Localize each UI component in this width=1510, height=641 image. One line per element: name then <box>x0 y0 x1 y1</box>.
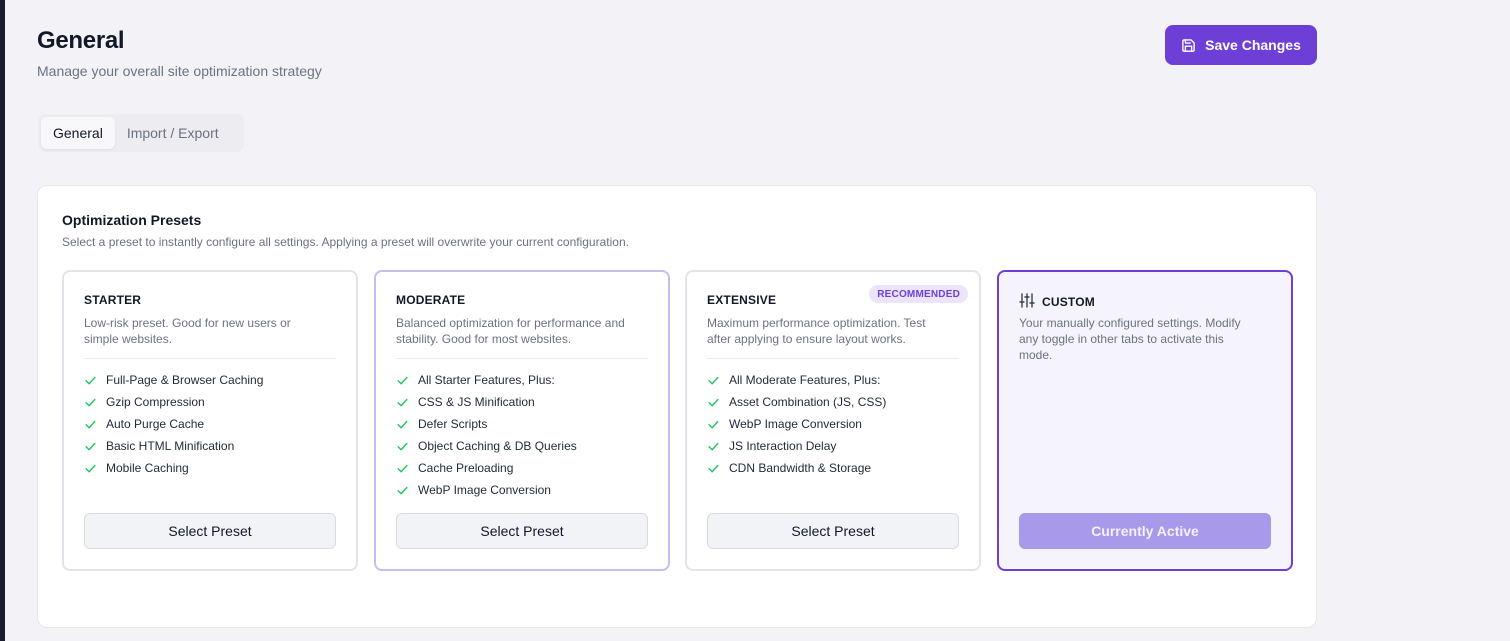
check-icon <box>707 418 720 431</box>
check-icon <box>84 396 97 409</box>
feature-list: All Moderate Features, Plus: Asset Combi… <box>707 369 886 479</box>
feature-item: WebP Image Conversion <box>396 479 577 501</box>
divider <box>707 358 959 359</box>
preset-description: Your manually configured settings. Modif… <box>1019 316 1241 362</box>
check-icon <box>84 374 97 387</box>
preset-name: EXTENSIVE <box>707 293 777 307</box>
feature-item: Auto Purge Cache <box>84 413 263 435</box>
select-preset-button-moderate[interactable]: Select Preset <box>396 513 648 549</box>
feature-item: WebP Image Conversion <box>707 413 886 435</box>
check-icon <box>84 418 97 431</box>
preset-description: Maximum performance optimization. Test a… <box>707 316 926 346</box>
window-edge <box>0 0 5 641</box>
divider <box>84 358 336 359</box>
check-icon <box>707 440 720 453</box>
feature-list: Full-Page & Browser Caching Gzip Compres… <box>84 369 263 479</box>
sliders-icon <box>1019 293 1035 311</box>
feature-item: Full-Page & Browser Caching <box>84 369 263 391</box>
select-preset-button-starter[interactable]: Select Preset <box>84 513 336 549</box>
feature-item: Defer Scripts <box>396 413 577 435</box>
check-icon <box>396 396 409 409</box>
section-description: Select a preset to instantly configure a… <box>62 235 629 249</box>
page-subtitle: Manage your overall site optimization st… <box>37 63 322 79</box>
check-icon <box>396 462 409 475</box>
check-icon <box>707 396 720 409</box>
preset-description: Balanced optimization for performance an… <box>396 316 625 346</box>
feature-item: CDN Bandwidth & Storage <box>707 457 886 479</box>
feature-item: All Starter Features, Plus: <box>396 369 577 391</box>
check-icon <box>707 462 720 475</box>
save-changes-label: Save Changes <box>1205 37 1301 53</box>
preset-name: MODERATE <box>396 293 466 307</box>
preset-card-starter[interactable]: STARTER Low-risk preset. Good for new us… <box>62 270 358 571</box>
feature-item: Gzip Compression <box>84 391 263 413</box>
tab-general[interactable]: General <box>41 117 115 149</box>
feature-item: Cache Preloading <box>396 457 577 479</box>
check-icon <box>707 374 720 387</box>
save-icon <box>1181 38 1196 53</box>
divider <box>396 358 648 359</box>
tab-import-export[interactable]: Import / Export <box>115 117 231 149</box>
preset-name-custom: CUSTOM <box>1019 293 1095 311</box>
save-changes-button[interactable]: Save Changes <box>1165 25 1317 65</box>
preset-description: Low-risk preset. Good for new users or s… <box>84 316 291 346</box>
feature-item: Basic HTML Minification <box>84 435 263 457</box>
feature-item: Object Caching & DB Queries <box>396 435 577 457</box>
check-icon <box>84 440 97 453</box>
feature-item: CSS & JS Minification <box>396 391 577 413</box>
check-icon <box>396 418 409 431</box>
preset-card-custom[interactable]: CUSTOM Your manually configured settings… <box>997 270 1293 571</box>
recommended-badge: RECOMMENDED <box>869 285 968 303</box>
feature-item: Asset Combination (JS, CSS) <box>707 391 886 413</box>
check-icon <box>84 462 97 475</box>
section-title: Optimization Presets <box>62 212 202 228</box>
feature-list: All Starter Features, Plus: CSS & JS Min… <box>396 369 577 501</box>
feature-item: Mobile Caching <box>84 457 263 479</box>
check-icon <box>396 374 409 387</box>
select-preset-button-extensive[interactable]: Select Preset <box>707 513 959 549</box>
feature-item: All Moderate Features, Plus: <box>707 369 886 391</box>
page-title: General <box>37 27 125 54</box>
check-icon <box>396 440 409 453</box>
tab-bar: General Import / Export <box>38 114 244 152</box>
optimization-presets-panel: Optimization Presets Select a preset to … <box>37 185 1317 628</box>
feature-item: JS Interaction Delay <box>707 435 886 457</box>
preset-card-extensive[interactable]: RECOMMENDED EXTENSIVE Maximum performanc… <box>685 270 981 571</box>
check-icon <box>396 484 409 497</box>
preset-card-moderate[interactable]: MODERATE Balanced optimization for perfo… <box>374 270 670 571</box>
currently-active-button[interactable]: Currently Active <box>1019 513 1271 549</box>
preset-name: STARTER <box>84 293 142 307</box>
